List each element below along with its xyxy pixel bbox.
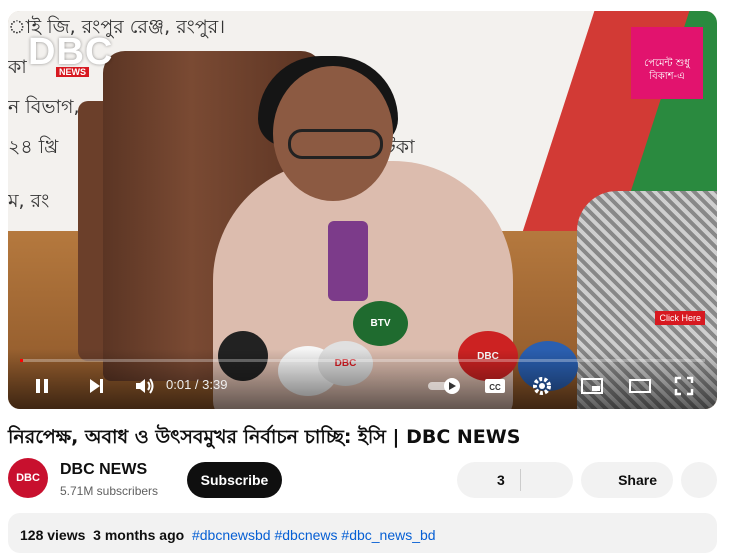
share-button[interactable]: Share xyxy=(581,462,673,498)
volume-icon[interactable] xyxy=(132,374,158,398)
autoplay-toggle-icon[interactable] xyxy=(426,375,464,397)
pause-icon[interactable] xyxy=(30,374,54,398)
thumbs-up-icon[interactable] xyxy=(471,471,489,494)
upload-age: 3 months ago xyxy=(93,527,185,543)
speaker-shirt xyxy=(328,221,368,301)
channel-name[interactable]: DBC NEWS xyxy=(60,461,147,479)
microphone-label: BTV xyxy=(353,301,408,346)
miniplayer-icon[interactable] xyxy=(578,375,606,397)
speaker-glasses xyxy=(288,129,383,159)
more-icon[interactable] xyxy=(681,462,717,498)
video-player[interactable]: াই জি, রংপুর রেঞ্জ, রংপুর। কা ন বিভাগ, ২… xyxy=(8,11,717,409)
current-time: 0:01 xyxy=(166,377,192,392)
fullscreen-icon[interactable] xyxy=(672,374,696,398)
description-meta: 128 views 3 months ago #dbcnewsbd #dbcne… xyxy=(20,527,436,543)
theater-icon[interactable] xyxy=(626,375,654,397)
sponsor-badge: পেমেন্ট শুধু বিকাশ-এ xyxy=(631,27,703,99)
banner-line: ২৪ খ্রি xyxy=(8,136,59,158)
time-display: 0:01 / 3:39 xyxy=(166,377,227,392)
share-icon xyxy=(595,472,611,491)
channel-watermark: DBC NEWS xyxy=(28,31,114,77)
view-count: 128 views xyxy=(20,527,86,543)
like-divider xyxy=(520,469,521,491)
hashtags[interactable]: #dbcnewsbd #dbcnews #dbc_news_bd xyxy=(192,527,436,543)
video-title: নিরপেক্ষ, অবাধ ও উৎসবমুখর নির্বাচন চাচ্ছ… xyxy=(8,426,521,448)
watermark-main: DBC xyxy=(28,31,114,73)
click-here-badge[interactable]: Click Here xyxy=(655,311,705,325)
thumbs-down-icon[interactable] xyxy=(539,471,557,494)
svg-text:CC: CC xyxy=(489,383,501,392)
banner-line: কা xyxy=(8,56,27,78)
subscriber-count: 5.71M subscribers xyxy=(60,484,159,498)
progress-bar[interactable] xyxy=(20,359,705,362)
controls-gradient xyxy=(8,349,717,409)
progress-fill xyxy=(20,359,23,362)
avatar[interactable]: DBC xyxy=(8,458,48,498)
banner-line: ন বিভাগ, xyxy=(8,96,80,118)
like-count: 3 xyxy=(497,472,505,488)
subscribe-button[interactable]: Subscribe xyxy=(187,462,282,498)
time-separator: / xyxy=(191,377,203,392)
watermark-sub: NEWS xyxy=(56,67,89,77)
banner-line: ম, রং xyxy=(8,190,50,212)
total-time: 3:39 xyxy=(202,377,228,392)
next-icon[interactable] xyxy=(84,374,108,398)
captions-icon[interactable]: CC xyxy=(482,375,508,397)
gear-icon[interactable] xyxy=(530,374,554,398)
like-dislike-group xyxy=(457,462,573,498)
share-label: Share xyxy=(618,472,657,488)
